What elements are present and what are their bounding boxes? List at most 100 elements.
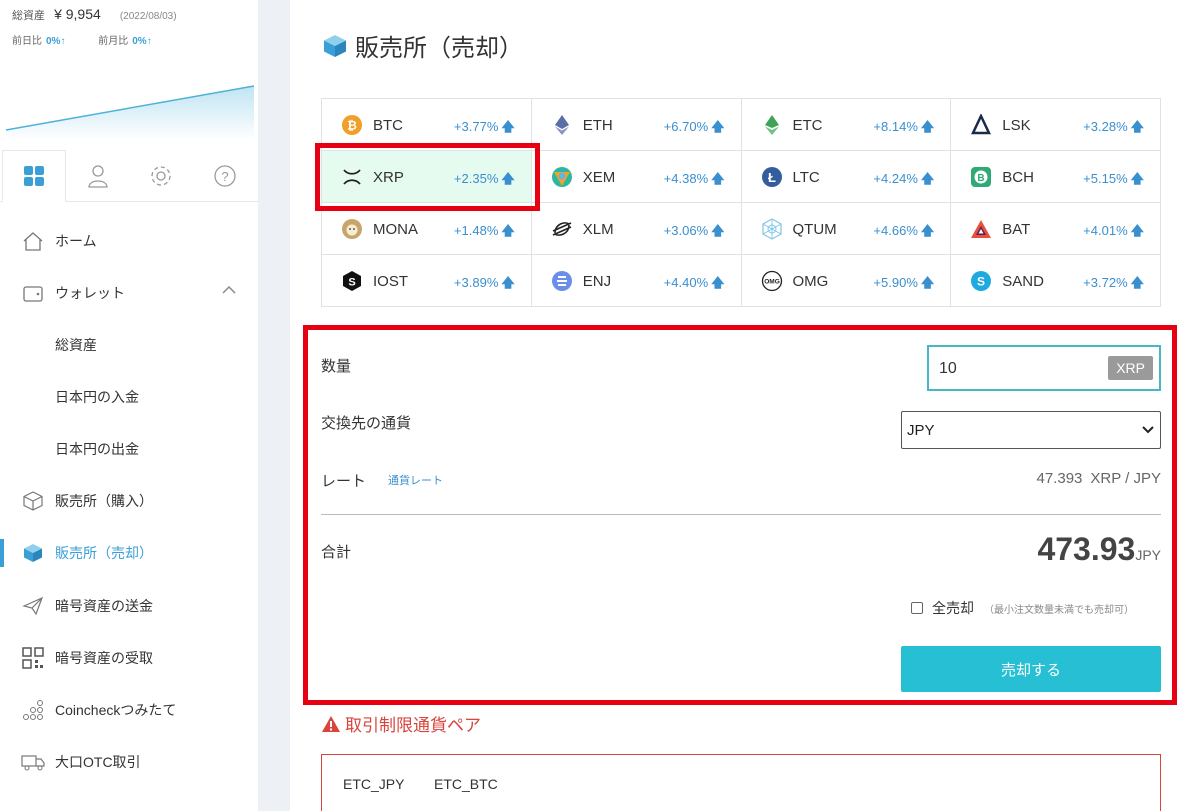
coin-eth[interactable]: ETH +6.70% 🡅 xyxy=(531,99,742,151)
sidebar-item-label: 大口OTC取引 xyxy=(55,754,141,770)
svg-text:S: S xyxy=(348,277,355,289)
coin-xem[interactable]: XEM +4.38% 🡅 xyxy=(531,151,742,203)
etc-icon xyxy=(764,115,779,135)
tab-dashboard[interactable] xyxy=(2,150,66,202)
coin-omg[interactable]: OMG OMG +5.90% 🡅 xyxy=(741,255,952,307)
chevron-up-icon xyxy=(222,285,236,294)
coin-change: +4.24% 🡅 xyxy=(873,171,935,186)
coin-change: +8.14% 🡅 xyxy=(873,119,935,134)
sidebar-item-buy[interactable]: 販売所（購入） xyxy=(0,475,258,527)
coin-symbol: XLM xyxy=(582,221,614,238)
sidebar-item-jpy-withdraw[interactable]: 日本円の出金 xyxy=(0,423,258,475)
paper-plane-icon xyxy=(20,596,46,616)
up-arrow-icon: 🡅 xyxy=(1130,119,1144,134)
svg-text:Ł: Ł xyxy=(768,170,776,185)
sidebar-item-total-assets[interactable]: 総資産 xyxy=(0,319,258,371)
total-assets: 総資産 ¥ 9,954 (2022/08/03) xyxy=(12,6,177,23)
cube-filled-icon xyxy=(20,542,46,564)
sidebar-item-otc[interactable]: 大口OTC取引 xyxy=(0,736,258,788)
highlight-box-form xyxy=(303,325,1177,705)
page-title-text: 販売所（売却） xyxy=(355,35,523,62)
omg-icon: OMG xyxy=(761,270,782,292)
coin-symbol: MONA xyxy=(373,221,418,238)
sidebar-item-tsumitate[interactable]: Coincheckつみたて xyxy=(0,684,258,736)
coin-etc[interactable]: ETC +8.14% 🡅 xyxy=(741,99,952,151)
coin-change: +3.06% 🡅 xyxy=(663,223,725,238)
coin-qtum[interactable]: QTUM +4.66% 🡅 xyxy=(741,203,952,255)
coin-symbol: QTUM xyxy=(792,221,837,238)
coin-symbol: ETH xyxy=(582,117,613,134)
coin-symbol: SAND xyxy=(1002,273,1044,290)
coin-symbol: BAT xyxy=(1002,221,1031,238)
total-assets-label: 総資産 xyxy=(12,10,45,22)
up-arrow-icon: 🡅 xyxy=(711,119,725,134)
sidebar-item-label: 暗号資産の送金 xyxy=(55,598,153,614)
sidebar-item-label: ホーム xyxy=(55,233,97,249)
assets-sparkline xyxy=(5,85,255,140)
sidebar-item-wallet[interactable]: ウォレット xyxy=(0,267,258,319)
restrictions-title: 取引制限通貨ペア xyxy=(321,711,481,736)
coin-bat[interactable]: BAT +4.01% 🡅 xyxy=(951,203,1161,255)
up-arrow-icon: 🡅 xyxy=(1130,171,1144,186)
coin-change: +4.40% 🡅 xyxy=(663,275,725,290)
coin-ltc[interactable]: Ł LTC +4.24% 🡅 xyxy=(741,151,952,203)
up-arrow-icon: 🡅 xyxy=(501,223,515,238)
coin-change: +3.72% 🡅 xyxy=(1083,275,1144,290)
eth-icon xyxy=(554,115,569,135)
coin-bch[interactable]: B BCH +5.15% 🡅 xyxy=(951,151,1161,203)
coin-xlm[interactable]: XLM +3.06% 🡅 xyxy=(531,203,742,255)
sidebar-item-label: 販売所（売却） xyxy=(55,545,153,561)
gear-icon xyxy=(151,166,171,186)
up-arrow-icon: 🡅 xyxy=(1130,275,1144,290)
coin-change: +5.90% 🡅 xyxy=(873,275,935,290)
coin-change: +1.48% 🡅 xyxy=(453,223,515,238)
sidebar-item-receive[interactable]: 暗号資産の受取 xyxy=(0,632,258,684)
coin-change: +4.66% 🡅 xyxy=(873,223,935,238)
up-arrow-icon: 🡅 xyxy=(1130,223,1144,238)
coin-change: +3.28% 🡅 xyxy=(1083,119,1144,134)
up-arrow-icon: 🡅 xyxy=(920,223,935,238)
coin-symbol: LTC xyxy=(792,169,820,186)
highlight-box-xrp xyxy=(315,143,540,211)
mona-icon xyxy=(342,219,362,239)
help-icon: ? xyxy=(214,165,236,187)
layout-gutter xyxy=(258,0,290,811)
coin-change: +5.15% 🡅 xyxy=(1083,171,1144,186)
coin-change: +6.70% 🡅 xyxy=(663,119,725,134)
restricted-pair: ETC_JPY xyxy=(343,776,405,792)
coin-iost[interactable]: S IOST +3.89% 🡅 xyxy=(322,255,532,307)
tab-help[interactable]: ? xyxy=(193,150,257,202)
svg-text:?: ? xyxy=(221,169,228,184)
sidebar-item-send[interactable]: 暗号資産の送金 xyxy=(0,580,258,632)
up-arrow-icon: 🡅 xyxy=(711,223,725,238)
coin-lsk[interactable]: LSK +3.28% 🡅 xyxy=(951,99,1161,151)
sidebar-item-label: ウォレット xyxy=(55,285,125,301)
lsk-icon xyxy=(971,114,992,135)
coin-symbol: BCH xyxy=(1002,169,1034,186)
tab-account[interactable] xyxy=(66,150,130,202)
svg-text:OMG: OMG xyxy=(764,279,780,286)
coin-symbol: LSK xyxy=(1002,117,1031,134)
up-arrow-icon: 🡅 xyxy=(501,275,515,290)
sidebar-item-jpy-deposit[interactable]: 日本円の入金 xyxy=(0,371,258,423)
day-change-label: 前日比 xyxy=(12,36,42,47)
up-arrow-icon: 🡅 xyxy=(920,171,935,186)
xlm-icon xyxy=(552,222,572,236)
ltc-icon: Ł xyxy=(761,167,782,187)
sidebar-item-label: 日本円の入金 xyxy=(55,389,139,405)
xem-icon xyxy=(551,167,572,187)
qr-code-icon xyxy=(20,647,46,669)
btc-icon: ₿ xyxy=(342,115,362,135)
dots-icon xyxy=(20,699,46,721)
assets-change: 前日比 0%↑ 前月比 0%↑ xyxy=(12,32,152,47)
tab-settings[interactable] xyxy=(129,150,193,202)
sidebar: 総資産 ¥ 9,954 (2022/08/03) 前日比0%↑ 前月比0%↑ xyxy=(0,0,258,811)
sidebar-item-sell[interactable]: 販売所（売却） xyxy=(0,527,258,579)
dashboard-icon xyxy=(24,166,44,186)
svg-text:₿: ₿ xyxy=(347,119,357,133)
up-arrow-icon: 🡅 xyxy=(920,119,935,134)
sidebar-item-home[interactable]: ホーム xyxy=(0,215,258,267)
coin-enj[interactable]: ENJ +4.40% 🡅 xyxy=(531,255,742,307)
coin-symbol: BTC xyxy=(373,117,403,134)
coin-sand[interactable]: S SAND +3.72% 🡅 xyxy=(951,255,1161,307)
